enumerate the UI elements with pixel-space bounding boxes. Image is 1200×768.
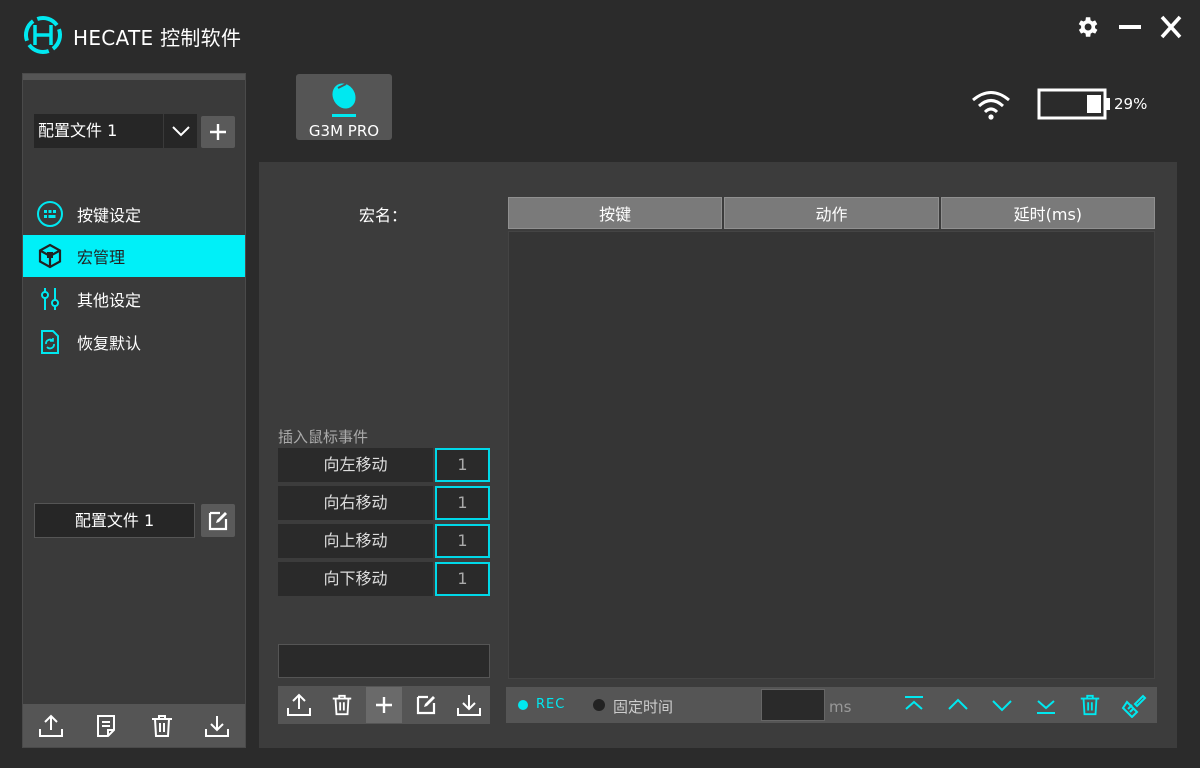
move-left-button[interactable]: 向左移动 bbox=[278, 448, 433, 482]
import-macro-button[interactable] bbox=[281, 687, 317, 723]
export-profile-button[interactable] bbox=[199, 708, 235, 744]
profile-name-field[interactable]: 配置文件 1 bbox=[34, 503, 195, 538]
fixed-time-label: 固定时间 bbox=[613, 698, 674, 716]
nav-label: 按键设定 bbox=[77, 206, 142, 225]
macro-table-body[interactable] bbox=[508, 231, 1155, 679]
move-right-amount-input[interactable]: 1 bbox=[435, 486, 490, 520]
record-label[interactable]: REC bbox=[536, 697, 565, 712]
plus-icon bbox=[210, 124, 226, 140]
app-title: HECATE 控制软件 bbox=[73, 26, 242, 50]
battery-level-fill bbox=[1087, 95, 1101, 113]
move-down-amount-input[interactable]: 1 bbox=[435, 562, 490, 596]
move-row-left: 向左移动 1 bbox=[278, 448, 490, 482]
macro-cube-icon bbox=[36, 242, 64, 270]
battery-icon bbox=[1037, 88, 1110, 120]
move-up-button[interactable]: 向上移动 bbox=[278, 524, 433, 558]
move-up-amount-input[interactable]: 1 bbox=[435, 524, 490, 558]
fixed-time-input[interactable] bbox=[761, 689, 825, 721]
plus-icon bbox=[375, 697, 392, 713]
fixed-time-radio[interactable] bbox=[593, 699, 605, 711]
gear-icon bbox=[1078, 17, 1098, 37]
move-right-button[interactable]: 向右移动 bbox=[278, 486, 433, 520]
delete-macro-button[interactable] bbox=[324, 687, 360, 723]
nav-label: 其他设定 bbox=[77, 291, 142, 310]
device-name: G3M PRO bbox=[308, 122, 380, 140]
upload-icon bbox=[287, 693, 312, 716]
macro-name-input[interactable] bbox=[278, 644, 490, 678]
trash-icon bbox=[332, 694, 351, 716]
battery-percent: 29% bbox=[1114, 95, 1148, 113]
move-left-amount-input[interactable]: 1 bbox=[435, 448, 490, 482]
notes-icon bbox=[97, 714, 116, 737]
sidebar: 配置文件 1 按键设定 宏管理 其他设定 恢复默认 配置文件 1 bbox=[22, 73, 246, 748]
profile-select[interactable]: 配置文件 1 bbox=[34, 114, 163, 148]
delete-row-button[interactable] bbox=[1068, 687, 1112, 723]
chevron-down-icon bbox=[171, 126, 190, 137]
nav-item-key-settings[interactable]: 按键设定 bbox=[23, 193, 245, 235]
macro-panel: 宏名： 按键 动作 延时(ms) 插入鼠标事件 向左移动 1 向右移动 1 向上… bbox=[259, 162, 1177, 748]
move-up-row-button[interactable] bbox=[936, 687, 980, 723]
nav-item-restore-default[interactable]: 恢复默认 bbox=[23, 321, 245, 363]
sidebar-toolbar bbox=[23, 704, 245, 747]
insert-mouse-event-label: 插入鼠标事件 bbox=[278, 428, 369, 446]
edit-icon bbox=[208, 511, 228, 530]
delete-profile-button[interactable] bbox=[144, 708, 180, 744]
download-icon bbox=[456, 695, 481, 716]
settings-button[interactable] bbox=[1072, 12, 1102, 42]
add-macro-button[interactable] bbox=[365, 687, 402, 723]
edit-icon bbox=[417, 695, 436, 715]
record-toolbar: REC 固定时间 ms bbox=[506, 687, 1157, 723]
upload-icon bbox=[38, 714, 63, 737]
clear-brush-icon bbox=[1121, 694, 1147, 718]
mouse-icon bbox=[332, 83, 356, 117]
notes-button[interactable] bbox=[88, 708, 124, 744]
hecate-logo-icon bbox=[24, 16, 62, 54]
move-top-icon bbox=[905, 696, 923, 710]
wifi-icon bbox=[972, 91, 1010, 120]
column-header-action: 动作 bbox=[724, 197, 939, 229]
add-profile-button[interactable] bbox=[201, 116, 235, 148]
move-row-down: 向下移动 1 bbox=[278, 562, 490, 596]
macro-toolbar bbox=[278, 686, 490, 724]
trash-icon bbox=[151, 714, 172, 737]
export-macro-button[interactable] bbox=[451, 687, 487, 723]
move-down-row-button[interactable] bbox=[980, 687, 1024, 723]
download-icon bbox=[205, 715, 230, 737]
profile-dropdown-button[interactable] bbox=[163, 114, 197, 148]
close-button[interactable] bbox=[1156, 12, 1186, 42]
edit-macro-button[interactable] bbox=[408, 687, 444, 723]
move-down-icon bbox=[992, 700, 1012, 712]
move-up-icon bbox=[948, 698, 968, 710]
minimize-button[interactable] bbox=[1115, 12, 1145, 42]
move-row-right: 向右移动 1 bbox=[278, 486, 490, 520]
ms-unit-label: ms bbox=[829, 698, 852, 716]
restore-icon bbox=[36, 328, 64, 356]
nav-item-other-settings[interactable]: 其他设定 bbox=[23, 278, 245, 320]
nav-label: 恢复默认 bbox=[77, 334, 142, 353]
close-icon bbox=[1160, 15, 1182, 39]
trash-icon bbox=[1080, 694, 1100, 716]
device-tab[interactable]: G3M PRO bbox=[296, 74, 392, 140]
move-row-up: 向上移动 1 bbox=[278, 524, 490, 558]
record-indicator-icon[interactable] bbox=[518, 700, 528, 710]
move-to-bottom-button[interactable] bbox=[1024, 687, 1068, 723]
nav-label: 宏管理 bbox=[77, 248, 126, 267]
macro-table-header: 按键 动作 延时(ms) bbox=[508, 197, 1155, 229]
sidebar-top-divider bbox=[23, 74, 245, 80]
minimize-icon bbox=[1119, 25, 1141, 29]
macro-name-label: 宏名： bbox=[359, 206, 408, 225]
move-to-top-button[interactable] bbox=[892, 687, 936, 723]
sliders-icon bbox=[36, 285, 64, 313]
column-header-delay: 延时(ms) bbox=[940, 197, 1155, 229]
column-header-key: 按键 bbox=[508, 197, 723, 229]
record-row-tools bbox=[892, 687, 1156, 723]
nav-item-macro-management[interactable]: 宏管理 bbox=[23, 235, 245, 277]
clear-all-button[interactable] bbox=[1112, 687, 1156, 723]
rename-profile-button[interactable] bbox=[201, 504, 235, 537]
import-profile-button[interactable] bbox=[33, 708, 69, 744]
keys-icon bbox=[36, 200, 64, 228]
move-down-button[interactable]: 向下移动 bbox=[278, 562, 433, 596]
move-bottom-icon bbox=[1037, 700, 1055, 714]
